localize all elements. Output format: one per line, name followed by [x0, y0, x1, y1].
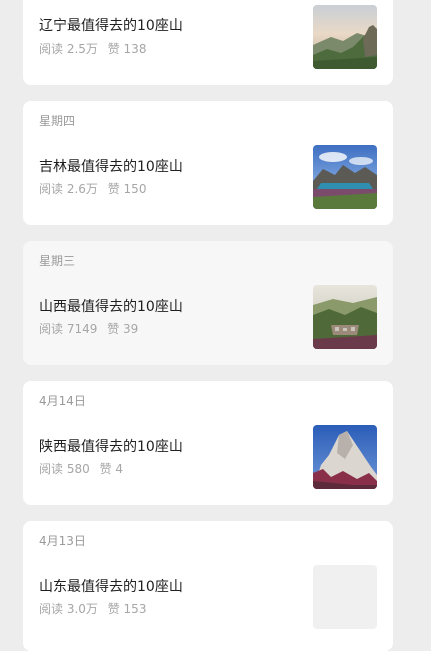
read-count: 阅读 3.0万 [39, 602, 98, 616]
liaoning-mountain-photo [313, 5, 377, 69]
like-count: 赞 4 [99, 462, 124, 476]
read-count: 阅读 2.6万 [39, 182, 98, 196]
article-card[interactable]: 4月14日 陕西最值得去的10座山 阅读 580 赞 4 [23, 381, 393, 505]
article-stats: 阅读 2.6万 赞 150 [39, 181, 146, 197]
article-title: 辽宁最值得去的10座山 [39, 18, 183, 34]
article-date: 星期四 [39, 114, 76, 128]
read-count: 阅读 2.5万 [39, 42, 98, 56]
like-count: 赞 39 [107, 322, 139, 336]
article-card[interactable]: 星期三 山西最值得去的10座山 阅读 7149 赞 39 [23, 241, 393, 365]
shanxi-valley-photo [313, 285, 377, 349]
article-date: 4月14日 [39, 394, 86, 408]
like-count: 赞 150 [107, 182, 147, 196]
article-card[interactable]: 4月13日 山东最值得去的10座山 阅读 3.0万 赞 153 [23, 521, 393, 651]
article-stats: 阅读 7149 赞 39 [39, 321, 138, 337]
article-card[interactable]: 辽宁最值得去的10座山 阅读 2.5万 赞 138 [23, 0, 393, 85]
article-title: 吉林最值得去的10座山 [39, 159, 183, 175]
article-thumbnail[interactable] [313, 5, 377, 69]
like-count: 赞 153 [107, 602, 147, 616]
article-stats: 阅读 580 赞 4 [39, 461, 123, 477]
article-thumbnail[interactable] [313, 425, 377, 489]
article-stats: 阅读 2.5万 赞 138 [39, 41, 146, 57]
image-placeholder[interactable] [313, 565, 377, 629]
article-date: 4月13日 [39, 534, 86, 548]
article-stats: 阅读 3.0万 赞 153 [39, 601, 146, 617]
read-count: 阅读 580 [39, 462, 90, 476]
article-title: 陕西最值得去的10座山 [39, 439, 183, 455]
article-date: 星期三 [39, 254, 76, 268]
article-title: 山西最值得去的10座山 [39, 299, 183, 315]
like-count: 赞 138 [107, 42, 147, 56]
article-thumbnail[interactable] [313, 145, 377, 209]
read-count: 阅读 7149 [39, 322, 98, 336]
article-title: 山东最值得去的10座山 [39, 579, 183, 595]
article-thumbnail[interactable] [313, 285, 377, 349]
jilin-lake-photo [313, 145, 377, 209]
shaanxi-peak-photo [313, 425, 377, 489]
article-card[interactable]: 星期四 吉林最值得去的10座山 阅读 2.6万 赞 150 [23, 101, 393, 225]
